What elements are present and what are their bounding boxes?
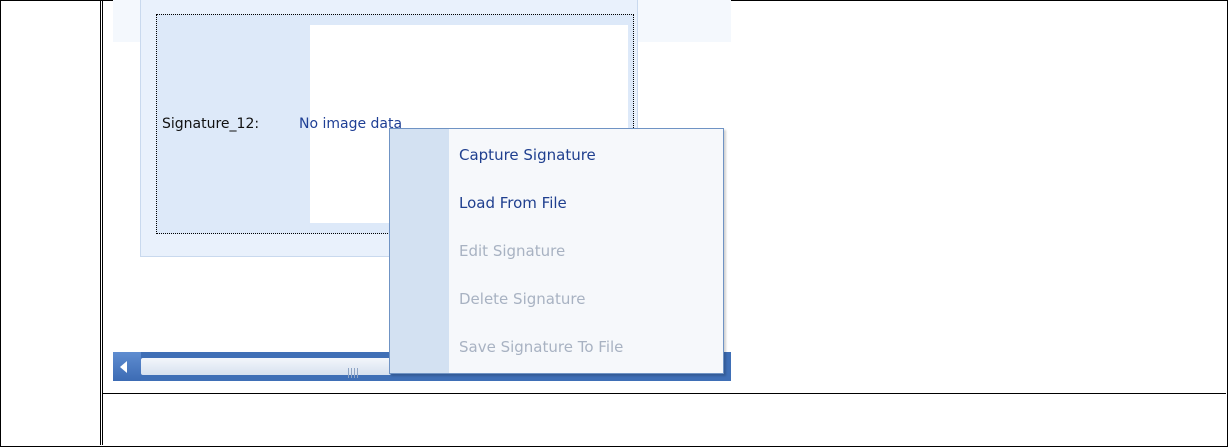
menu-item-delete-signature: Delete Signature	[459, 290, 586, 308]
menu-item-edit-signature: Edit Signature	[459, 242, 566, 260]
scroll-left-button[interactable]	[113, 352, 141, 381]
signature-field-value: No image data	[299, 116, 403, 132]
menu-item-load-from-file[interactable]: Load From File	[449, 179, 723, 227]
scrollbar-grip-icon	[348, 368, 360, 378]
menu-item-save-signature-to-file: Save Signature To File	[459, 338, 624, 356]
menu-item-capture-signature[interactable]: Capture Signature	[449, 131, 723, 179]
signature-field-label: Signature_12:	[162, 116, 260, 132]
scrollbar-thumb[interactable]	[141, 358, 391, 378]
scroll-left-arrow-icon	[120, 361, 127, 373]
table-row-divider	[103, 393, 1226, 394]
context-menu: Capture Signature Load From File Edit Si…	[389, 128, 724, 374]
menu-icon-gutter	[390, 129, 449, 373]
table-column-divider	[100, 0, 101, 445]
table-column-divider-inner	[102, 0, 103, 445]
